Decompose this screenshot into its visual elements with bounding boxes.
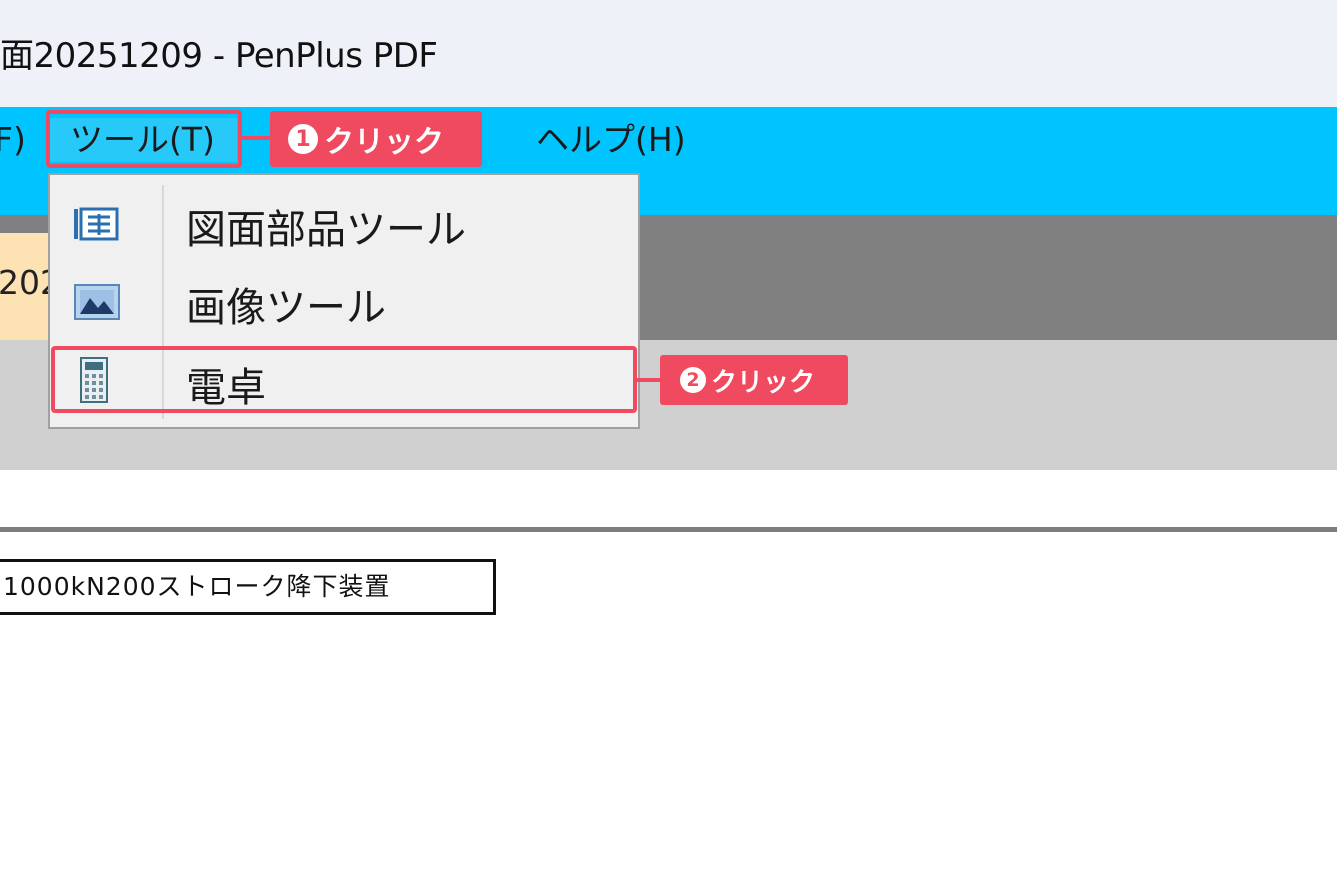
callout-1: 1 クリック [270,111,482,167]
window-title: 面20251209 - PenPlus PDF [0,36,438,76]
callout-2-text: クリック [711,367,816,398]
callout-1-connector [242,136,270,140]
callout-1-number: 1 [288,124,318,154]
callout-2-number: 2 [680,367,706,393]
callout-2: 2 クリック [660,355,848,405]
callout-1-text: クリック [324,125,444,160]
callout-2-connector [637,378,661,382]
menu-item-label: 画像ツール [186,285,386,331]
title-bar: 面20251209 - PenPlus PDF [0,0,1337,107]
drawing-border-line [0,527,1337,532]
drawing-parts-icon [74,206,124,242]
menu-item-image-tool[interactable]: 画像ツール [50,267,638,337]
menu-item-drawing-parts-tool[interactable]: 図面部品ツール [50,189,638,259]
menu-item-label: 図面部品ツール [186,207,466,253]
menu-file[interactable]: F) [0,118,26,162]
drawing-title-block: 1000kN200ストローク降下装置 [0,559,496,615]
calculator-item-highlight [51,346,637,413]
tools-menu-highlight [46,110,242,168]
image-icon [74,284,124,320]
menu-help[interactable]: ヘルプ(H) [536,118,686,162]
